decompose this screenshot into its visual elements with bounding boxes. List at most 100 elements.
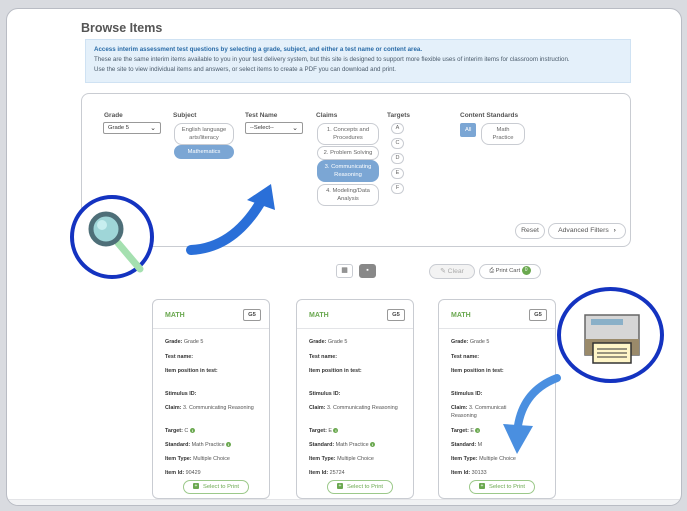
card-subject: MATH [309,312,329,319]
grid-view-icon: ▪ [366,267,369,274]
card-target-label: Target: [451,428,469,434]
target-chip-f[interactable]: F [391,183,404,194]
target-chip-d[interactable]: D [391,153,404,164]
card-id: 30133 [471,470,487,476]
plus-icon: + [336,483,343,490]
card-claim-label: Claim: [451,405,468,411]
plus-icon: + [192,483,199,490]
card-grade-label: Grade: [165,339,183,345]
card-stimulus-label: Stimulus ID: [451,391,483,397]
card-divider [297,328,413,329]
clear-button[interactable]: ✎ Clear [429,264,475,279]
info-icon[interactable]: i [370,442,376,448]
item-card[interactable]: MATH G5 Grade: Grade 5 Test name: Item p… [296,299,414,499]
card-target: C [184,428,189,434]
grade-select-value: Grade 5 [108,125,129,131]
list-view-icon: ▦ [341,267,348,274]
print-cart-button[interactable]: ⎙ Print Cart 0 [479,264,541,279]
grade-label: Grade [104,112,123,119]
select-to-print-label: Select to Print [346,484,384,490]
test-name-select[interactable]: --Select-- ⌄ [245,122,303,134]
grade-select[interactable]: Grade 5 ⌄ [103,122,161,134]
card-test-name-label: Test name: [165,354,194,360]
info-icon[interactable]: i [226,442,232,448]
chevron-right-icon: › [613,227,616,234]
card-target: E [470,428,474,434]
advanced-filters-button[interactable]: Advanced Filters › [548,223,626,239]
subject-chip-math[interactable]: Mathematics [174,145,234,159]
card-id: 90429 [185,470,201,476]
magnifier-icon [88,211,144,273]
card-stimulus-label: Stimulus ID: [309,391,341,397]
card-grade-label: Grade: [451,339,469,345]
info-line-2: These are the same interim items availab… [94,56,570,63]
page-footer-bar [7,499,681,505]
standard-chip-all[interactable]: All [460,123,476,137]
card-claim-continued: Reasoning [451,413,477,419]
info-icon[interactable]: i [475,428,481,434]
card-id-label: Item Id: [165,470,185,476]
info-line-3: Use the site to view individual items an… [94,66,396,73]
info-icon[interactable]: i [189,428,195,434]
card-test-name-label: Test name: [451,354,480,360]
card-standard-label: Standard: [451,442,477,448]
standard-chip-math-practice[interactable]: Math Practice [481,123,525,145]
select-to-print-button[interactable]: + Select to Print [469,480,535,494]
magnifier-callout [70,195,154,279]
test-name-select-value: --Select-- [250,125,274,131]
eraser-icon: ✎ [440,268,446,275]
card-id: 25724 [329,470,345,476]
target-chip-e[interactable]: E [391,168,404,179]
card-target-label: Target: [165,428,183,434]
grid-view-button[interactable]: ▪ [359,264,376,278]
card-grade-label: Grade: [309,339,327,345]
info-headline: Access interim assessment test questions… [94,46,423,53]
claim-chip-3[interactable]: 3. Communicating Reasoning [317,160,379,182]
card-grade: Grade 5 [327,339,348,345]
card-claim: 3. Communicating Reasoning [182,405,254,411]
card-subject: MATH [165,312,185,319]
reset-button[interactable]: Reset [515,223,545,239]
chevron-down-icon: ⌄ [150,125,156,132]
chevron-down-icon: ⌄ [292,125,298,132]
info-icon[interactable]: i [333,428,339,434]
subject-chip-ela[interactable]: English language arts/literacy [174,123,234,145]
claim-chip-4[interactable]: 4. Modeling/Data Analysis [317,184,379,206]
card-position-label: Item position in test: [165,368,218,374]
card-target-label: Target: [309,428,327,434]
card-type-label: Item Type: [165,456,192,462]
card-divider [153,328,269,329]
claim-chip-1[interactable]: 1. Concepts and Procedures [317,123,379,145]
card-type: Multiple Choice [193,456,230,462]
card-grade-badge: G5 [529,309,547,321]
card-standard: Math Practice [335,442,369,448]
arrow-up-right-icon [186,184,275,255]
card-standard-label: Standard: [309,442,335,448]
card-standard: Math Practice [191,442,225,448]
target-chip-a[interactable]: A [391,123,404,134]
card-claim-label: Claim: [165,405,182,411]
cart-count-badge: 0 [521,265,531,275]
card-stimulus-label: Stimulus ID: [165,391,197,397]
select-to-print-button[interactable]: + Select to Print [327,480,393,494]
claim-chip-2[interactable]: 2. Problem Solving [317,146,379,160]
select-to-print-button[interactable]: + Select to Print [183,480,249,494]
card-grade-badge: G5 [387,309,405,321]
item-card[interactable]: MATH G5 Grade: Grade 5 Test name: Item p… [152,299,270,499]
card-claim: 3. Communicating Reasoning [326,405,398,411]
info-banner: Access interim assessment test questions… [85,39,631,83]
select-to-print-label: Select to Print [202,484,240,490]
printer-icon: ⎙ [489,268,494,274]
plus-icon: + [478,483,485,490]
subject-label: Subject [173,112,197,119]
target-chip-c[interactable]: C [391,138,404,149]
card-target: E [328,428,332,434]
card-id-label: Item Id: [451,470,471,476]
card-id-label: Item Id: [309,470,329,476]
test-name-label: Test Name [245,112,278,119]
card-grade: Grade 5 [469,339,490,345]
printer-callout [557,287,664,383]
list-view-button[interactable]: ▦ [336,264,353,278]
content-standards-label: Content Standards [460,112,519,119]
print-cart-label: Print Cart [495,268,521,274]
